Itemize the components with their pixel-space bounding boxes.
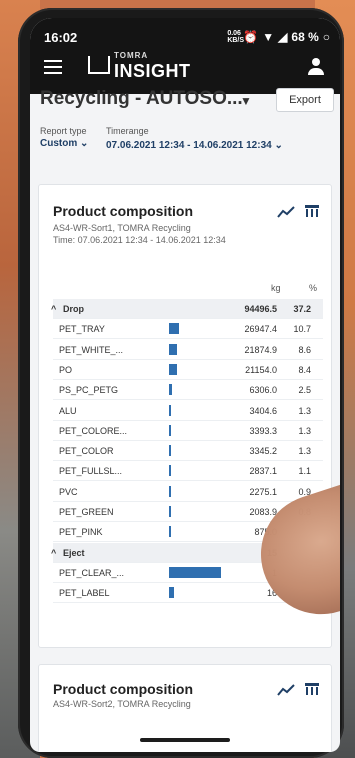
row-pct: 8.4: [298, 364, 311, 375]
row-label: PO: [59, 364, 73, 375]
phone-screen: 16:02 0.06 KB/S ⏰ ▼ ◢ 68 % ○ TOMRA INSIG…: [30, 18, 340, 752]
row-pct: 1.3: [298, 425, 311, 436]
row-pct: 37.2: [293, 304, 311, 314]
row-label: PVC: [59, 486, 78, 497]
composition-bar: [169, 506, 171, 517]
row-pct: 8.6: [298, 344, 311, 355]
logo-main-text: INSIGHT: [114, 61, 191, 81]
page-title[interactable]: Recycling - AUTOSO...: [40, 88, 243, 110]
composition-bar: [169, 424, 171, 436]
chevron-down-icon: ⌄: [80, 138, 89, 149]
row-label: PET_TRAY: [59, 324, 105, 335]
table-icon[interactable]: [305, 205, 319, 217]
chevron-up-icon: ^: [51, 547, 57, 558]
table-row: PET_COLOR 3345.2 1.3: [53, 441, 323, 462]
table-row: ALU 3404.6 1.3: [53, 401, 323, 421]
data-speed: 0.06 KB/S: [227, 30, 245, 44]
timerange-label: Timerange: [106, 126, 149, 136]
row-label: Eject: [63, 547, 85, 558]
user-icon[interactable]: [308, 58, 324, 76]
column-header-kg: kg: [271, 283, 281, 293]
row-kg: 2083.9: [249, 507, 277, 517]
row-divider: [53, 602, 323, 604]
table-row: PET_TRAY 26947.4 10.7: [53, 319, 323, 340]
row-label: Drop: [63, 304, 84, 314]
composition-bar: [169, 445, 171, 457]
signal-icon: ◢: [278, 30, 288, 44]
battery-text: 68 %: [291, 30, 319, 44]
card-title: Product composition: [53, 681, 193, 697]
table-row: PET_FULLSL... 2837.1 1.1: [53, 461, 323, 482]
status-bar: 16:02 0.06 KB/S ⏰ ▼ ◢ 68 % ○: [30, 18, 340, 52]
table-group-row[interactable]: Drop ^ 94496.5 37.2: [51, 299, 323, 319]
composition-bar: [169, 465, 171, 477]
row-pct: 1.3: [298, 405, 311, 416]
row-label: PET_FULLSL...: [59, 466, 123, 477]
row-label: PET_CLEAR_...: [59, 567, 125, 578]
row-label: PET_PINK: [59, 527, 103, 538]
composition-bar: [169, 384, 172, 396]
row-kg: 3345.2: [249, 446, 277, 457]
card-subtitle: AS4-WR-Sort1, TOMRA Recycling: [53, 223, 191, 233]
row-kg: 26947.4: [244, 324, 277, 335]
row-kg: 21154.0: [245, 364, 277, 375]
composition-bar: [169, 363, 178, 375]
row-label: PS_PC_PETG: [59, 385, 119, 396]
report-type-value: Custom: [40, 138, 78, 149]
row-pct: 1.3: [298, 446, 311, 457]
composition-bar: [169, 566, 221, 578]
home-indicator: [140, 738, 230, 742]
column-header-pct: %: [309, 283, 318, 293]
row-label: PET_GREEN: [59, 507, 114, 517]
battery-icon: ○: [322, 30, 330, 44]
wifi-icon: ▼: [262, 30, 275, 44]
timerange-value: 07.06.2021 12:34 - 14.06.2021 12:34: [106, 140, 272, 151]
line-chart-icon[interactable]: [277, 205, 295, 219]
table-row: PVC 2275.1 0.9: [53, 482, 323, 502]
chevron-up-icon: ^: [51, 304, 57, 314]
report-type-label: Report type: [40, 126, 87, 136]
row-kg: 3404.6: [249, 405, 277, 416]
composition-bar: [169, 485, 171, 497]
row-kg: 2275.1: [249, 486, 277, 497]
composition-bar: [169, 323, 179, 335]
row-pct: 2.5: [298, 385, 311, 396]
menu-icon[interactable]: [44, 60, 62, 74]
row-pct: 1.1: [298, 466, 311, 477]
row-label: PET_WHITE_...: [59, 344, 124, 355]
table-row: PO 21154.0 8.4: [53, 360, 323, 380]
report-type-select[interactable]: Custom ⌄: [40, 138, 88, 149]
row-pct: 10.7: [293, 324, 311, 335]
composition-bar: [169, 587, 174, 599]
timerange-select[interactable]: 07.06.2021 12:34 - 14.06.2021 12:34 ⌄: [106, 140, 283, 151]
export-button[interactable]: Export: [276, 88, 334, 112]
row-kg: 3393.3: [249, 425, 277, 436]
table-row: PS_PC_PETG 6306.0 2.5: [53, 380, 323, 401]
card-subtitle: AS4-WR-Sort2, TOMRA Recycling: [53, 699, 191, 709]
row-kg: 21874.9: [244, 344, 277, 355]
status-time: 16:02: [44, 30, 78, 45]
composition-bar: [169, 526, 171, 538]
composition-bar: [169, 343, 178, 355]
composition-bar: [169, 404, 171, 416]
row-kg: 6306.0: [249, 385, 277, 396]
table-row: PET_COLORE... 3393.3 1.3: [53, 421, 323, 441]
row-label: PET_COLORE...: [59, 425, 128, 436]
row-kg: 2837.1: [249, 466, 277, 477]
alarm-icon: ⏰: [243, 30, 259, 44]
row-kg: 94496.5: [244, 304, 277, 314]
chevron-down-icon[interactable]: ▼: [240, 94, 252, 108]
logo-small-text: TOMRA: [114, 51, 149, 60]
chevron-down-icon: ⌄: [274, 140, 283, 151]
status-right: 0.06 KB/S ⏰ ▼ ◢ 68 % ○: [227, 30, 330, 44]
line-chart-icon[interactable]: [277, 683, 295, 697]
table-row: PET_WHITE_... 21874.9 8.6: [53, 340, 323, 360]
row-label: ALU: [59, 405, 77, 416]
card-title: Product composition: [53, 203, 193, 219]
logo-mark-icon: [88, 56, 110, 74]
row-label: PET_LABEL: [59, 588, 110, 599]
row-label: PET_COLOR: [59, 446, 114, 457]
table-icon[interactable]: [305, 683, 319, 695]
card-time: Time: 07.06.2021 12:34 - 14.06.2021 12:3…: [53, 235, 226, 245]
